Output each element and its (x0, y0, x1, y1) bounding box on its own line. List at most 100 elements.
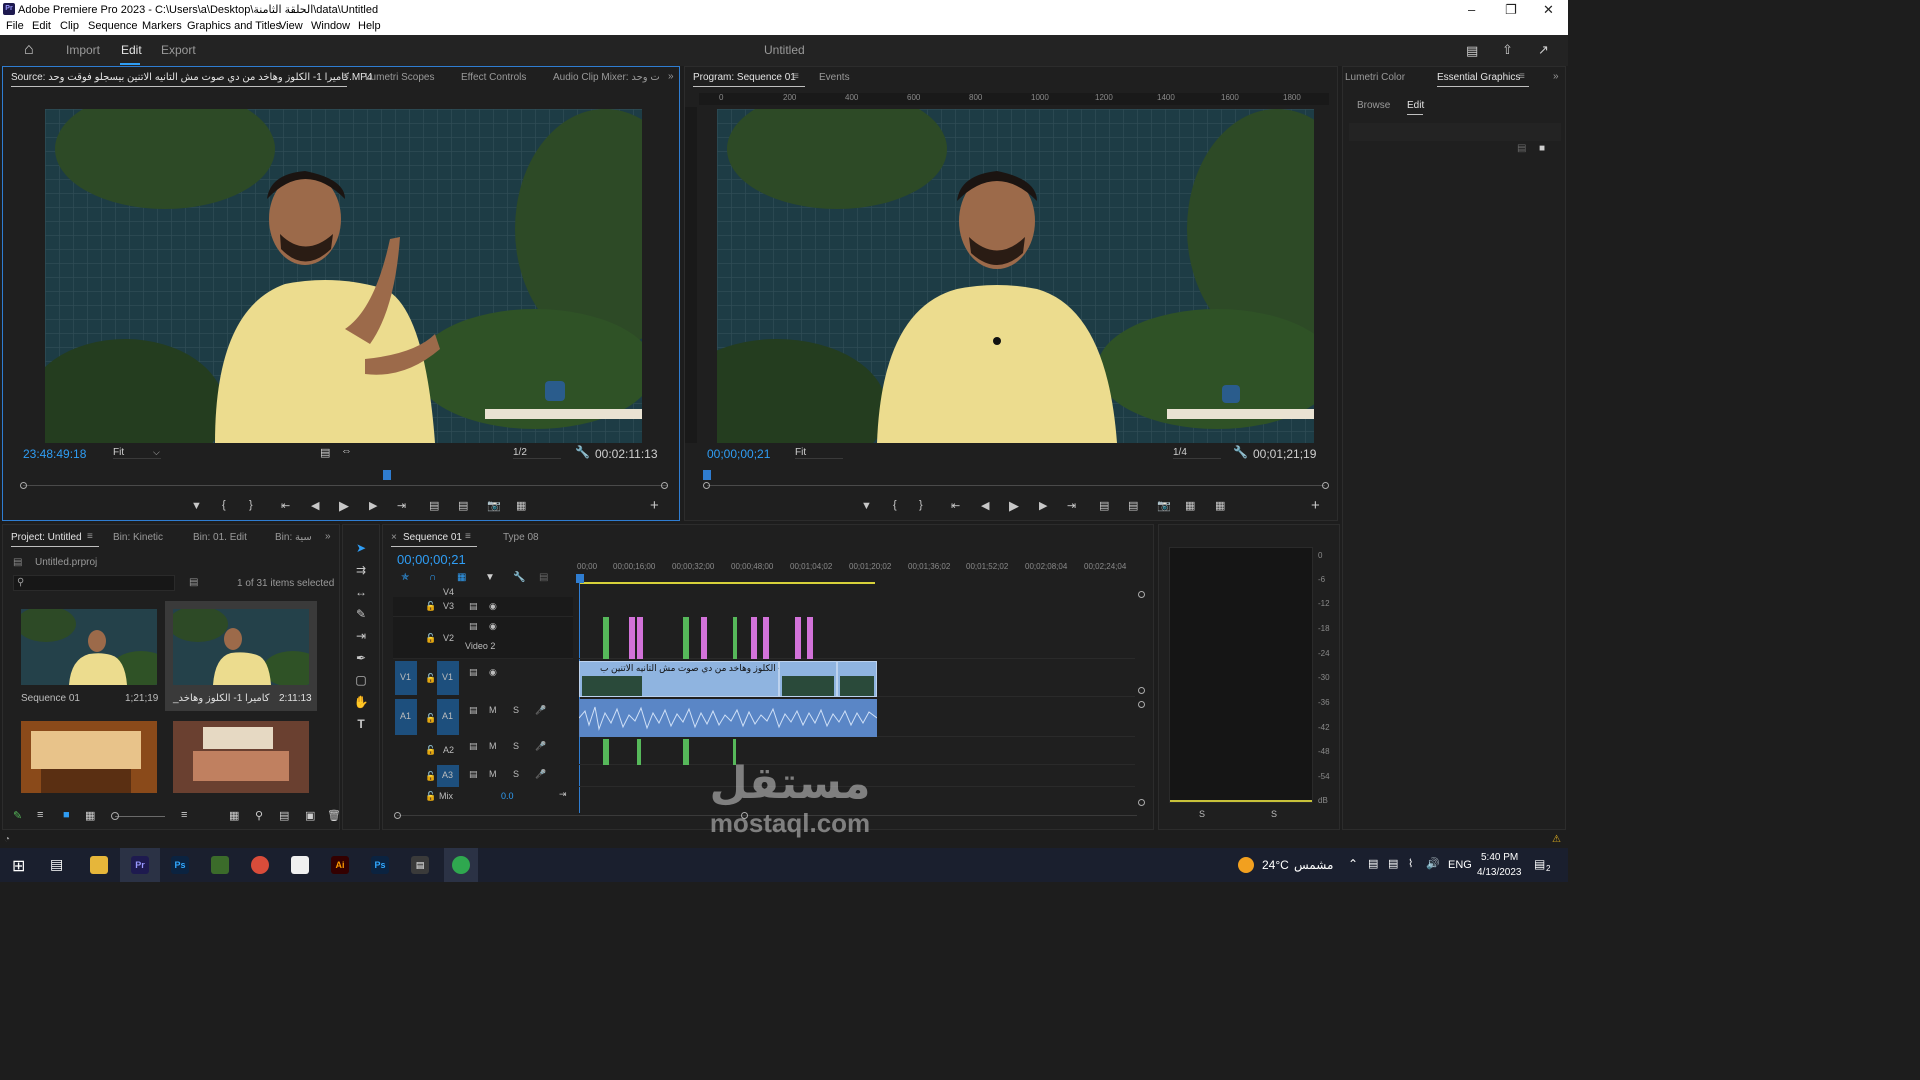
lock-icon[interactable]: 🔓 (425, 771, 436, 782)
add-marker-icon[interactable]: ▼ (191, 500, 202, 512)
tab-lumetri-color[interactable]: Lumetri Color (1345, 72, 1405, 83)
timeline-clip[interactable] (795, 617, 801, 659)
go-to-out-icon[interactable]: ⇥ (397, 499, 406, 512)
tab-events[interactable]: Events (819, 72, 850, 83)
rectangle-tool-icon[interactable]: ▢ (353, 673, 369, 689)
slip-tool-icon[interactable]: ⇥ (353, 629, 369, 645)
step-forward-icon[interactable]: ▶ (1039, 499, 1047, 512)
scroll-handle[interactable] (1138, 687, 1145, 694)
video-clip[interactable]: كاميرا 1- الكلوز وهاخد من دي صوت مش التا… (579, 661, 811, 697)
microphone-icon[interactable]: 🎤 (535, 705, 546, 716)
project-thumbnail[interactable] (173, 721, 309, 793)
new-search-bin-icon[interactable]: ▤ (189, 577, 198, 588)
sync-lock-icon[interactable]: ▤ (469, 705, 478, 716)
tab-audio-clip-mixer[interactable]: Audio Clip Mixer: ت وحد (553, 72, 660, 83)
notepad-taskbar-icon[interactable] (291, 856, 309, 874)
insert-icon[interactable]: ▤ (429, 499, 439, 512)
tab-bin-other[interactable]: Bin: سية (275, 532, 312, 543)
source-playhead-timecode[interactable]: 23:48:49:18 (23, 447, 86, 461)
timeline-clip[interactable] (763, 617, 769, 659)
timeline-clip[interactable] (733, 617, 737, 659)
eye-icon[interactable]: ◉ (489, 601, 497, 612)
project-item-name[interactable]: Sequence 01 (21, 693, 80, 704)
new-bin-icon[interactable]: ▤ (279, 809, 289, 822)
play-icon[interactable]: ▶ (1009, 498, 1019, 514)
lock-icon[interactable]: 🔓 (425, 601, 436, 612)
fullscreen-icon[interactable]: ↗ (1538, 42, 1549, 58)
source-resolution-select[interactable]: 1/2 (513, 447, 561, 459)
more-panels-icon[interactable]: » (1553, 71, 1559, 82)
clock-date[interactable]: 4/13/2023 (1477, 867, 1522, 878)
lock-icon[interactable]: 🔓 (425, 673, 436, 684)
mark-out-icon[interactable]: } (919, 499, 923, 511)
new-layer-icon[interactable]: ■ (1539, 143, 1545, 154)
timeline-ruler[interactable]: 00;00 00;00;16;00 00;00;32;00 00;00;48;0… (577, 561, 1137, 585)
linked-selection-icon[interactable]: ▦ (457, 572, 466, 583)
program-resolution-select[interactable]: 1/4 (1173, 447, 1221, 459)
overwrite-icon[interactable]: ▤ (458, 499, 468, 512)
step-back-icon[interactable]: ◀ (311, 499, 319, 512)
scroll-handle[interactable] (1138, 591, 1145, 598)
razor-tool-icon[interactable]: ✎ (353, 607, 369, 623)
photoshop-taskbar-icon[interactable]: Ps (371, 856, 389, 874)
scroll-handle[interactable] (20, 482, 27, 489)
go-to-in-icon[interactable]: ⇤ (281, 499, 290, 512)
sync-lock-icon[interactable]: ▤ (469, 601, 478, 612)
source-patch-a1[interactable]: A1 (395, 699, 417, 735)
tab-export[interactable]: Export (161, 43, 196, 57)
sync-lock-icon[interactable]: ▤ (469, 667, 478, 678)
project-item-name[interactable]: كاميرا 1- الكلوز وهاخد_ (173, 693, 270, 704)
scroll-handle[interactable] (1138, 799, 1145, 806)
add-marker-icon[interactable]: ▼ (485, 572, 495, 583)
project-thumbnail[interactable] (16, 606, 171, 687)
drag-video-icon[interactable]: ⇔ (341, 445, 352, 457)
new-item-icon[interactable]: ▣ (305, 809, 315, 822)
language-indicator[interactable]: ENG (1448, 859, 1472, 871)
menu-markers[interactable]: Markers (142, 20, 182, 32)
program-zoom-select[interactable]: Fit (795, 447, 843, 459)
tab-bin-kinetic[interactable]: Bin: Kinetic (113, 532, 163, 543)
tab-edit[interactable]: Edit (121, 43, 142, 57)
graphics-layers-list[interactable] (1349, 123, 1561, 141)
tab-project[interactable]: Project: Untitled (11, 532, 82, 543)
maximize-icon[interactable]: ❐ (1505, 2, 1517, 18)
notification-icon[interactable]: ▤ (1534, 857, 1545, 871)
weather-temp[interactable]: 24°C (1262, 858, 1289, 872)
eye-icon[interactable]: ◉ (489, 621, 497, 632)
program-video-frame[interactable] (717, 109, 1314, 443)
tab-import[interactable]: Import (66, 43, 100, 57)
tab-essential-graphics[interactable]: Essential Graphics (1437, 72, 1520, 83)
type-tool-icon[interactable]: T (353, 717, 369, 733)
mute-button[interactable]: M (489, 705, 497, 715)
solo-button[interactable]: S (513, 769, 519, 779)
microphone-icon[interactable]: 🎤 (535, 741, 546, 752)
snap-icon[interactable]: ∩ (429, 572, 436, 583)
timeline-clip[interactable] (683, 617, 689, 659)
scroll-handle[interactable] (661, 482, 668, 489)
chrome-taskbar-icon[interactable] (452, 856, 470, 874)
tab-browse[interactable]: Browse (1357, 100, 1390, 111)
tab-type-08[interactable]: Type 08 (503, 532, 539, 543)
app-taskbar-icon[interactable] (211, 856, 229, 874)
work-area-bar[interactable] (579, 582, 875, 584)
weather-label[interactable]: مشمس (1294, 858, 1333, 872)
timeline-clip[interactable] (629, 617, 635, 659)
sync-lock-icon[interactable]: ▤ (469, 769, 478, 780)
audio-clip[interactable] (683, 739, 689, 765)
scroll-handle[interactable] (1138, 701, 1145, 708)
lock-icon[interactable]: 🔓 (425, 633, 436, 644)
timeline-playhead[interactable] (576, 574, 584, 583)
mark-in-icon[interactable]: { (893, 499, 897, 511)
menu-edit[interactable]: Edit (32, 20, 51, 32)
weather-icon[interactable] (1238, 857, 1254, 873)
chrome-taskbar-icon[interactable] (251, 856, 269, 874)
zoom-slider[interactable] (115, 816, 165, 817)
audio-clip[interactable] (578, 699, 878, 737)
nest-icon[interactable]: ✯ (401, 572, 409, 583)
step-forward-icon[interactable]: ▶ (369, 499, 377, 512)
eye-icon[interactable]: ◉ (489, 667, 497, 678)
sync-lock-icon[interactable]: ▤ (469, 621, 478, 632)
project-thumbnail[interactable] (21, 721, 157, 793)
illustrator-taskbar-icon[interactable]: Ai (331, 856, 349, 874)
solo-button[interactable]: S (513, 705, 519, 715)
